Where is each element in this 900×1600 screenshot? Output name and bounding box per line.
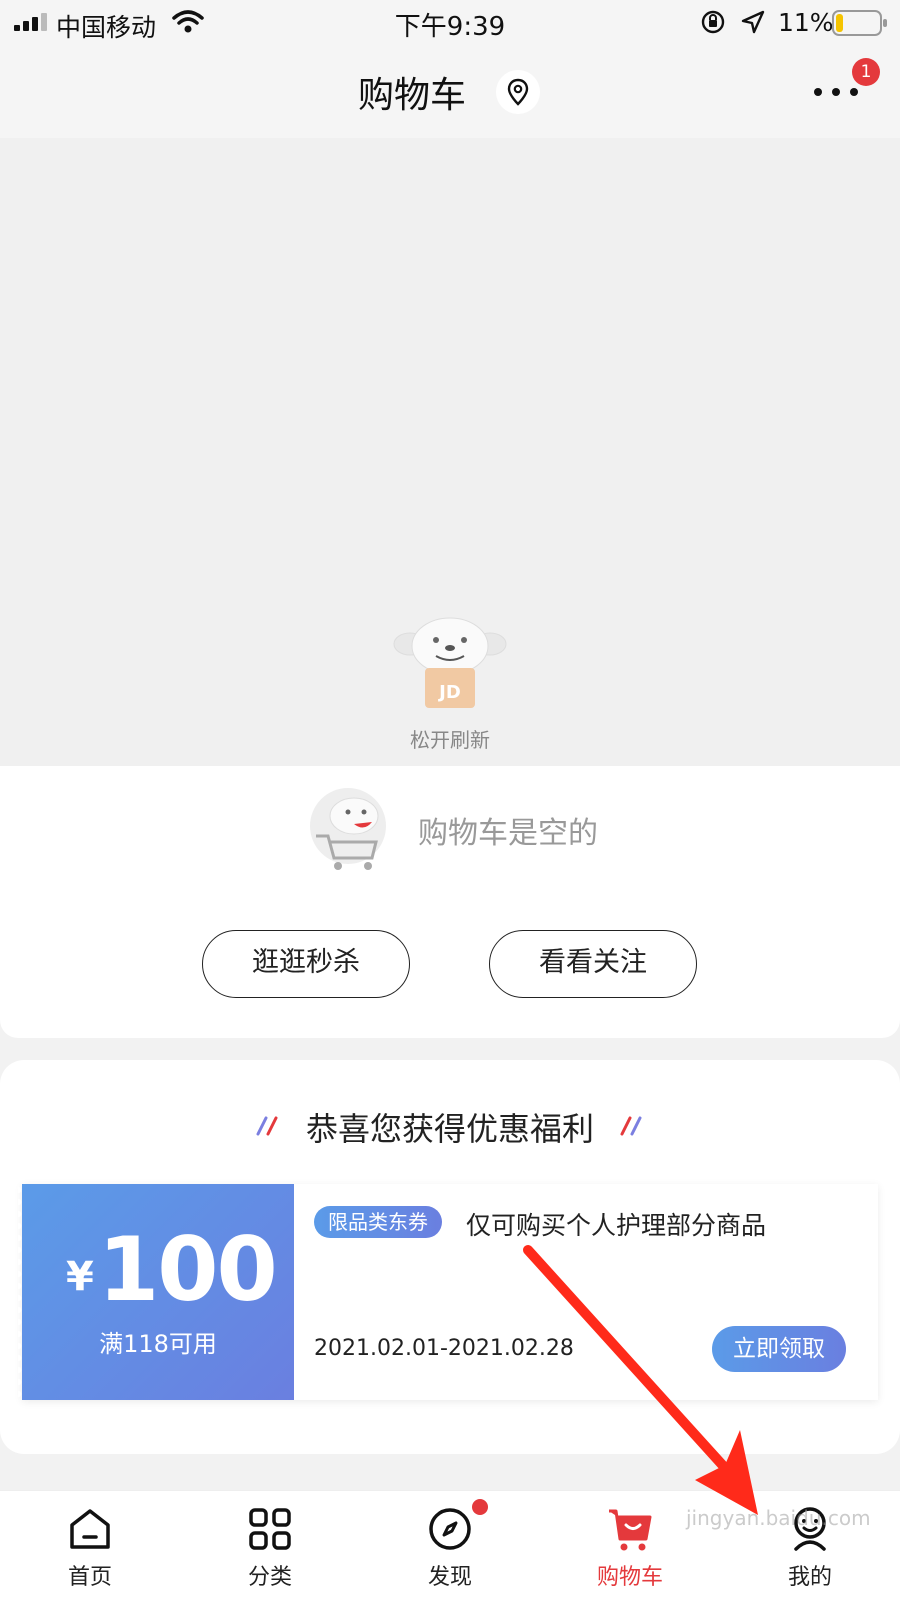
battery-percent: 11% [778,8,834,37]
perforated-edge [18,1184,26,1400]
slash-decoration-icon [620,1116,642,1136]
coupon-value-panel: ¥ 100 满118可用 [18,1184,294,1400]
empty-cart-card: 购物车是空的 逛逛秒杀 看看关注 [0,766,900,1038]
notification-badge: 1 [852,58,880,86]
location-arrow-icon [741,10,765,34]
welfare-title: 恭喜您获得优惠福利 [305,1110,594,1148]
tab-profile-label: 我的 [787,1565,832,1590]
rotation-lock-icon [701,10,725,34]
view-follows-button[interactable]: 看看关注 [489,930,697,998]
tab-discover[interactable]: 发现 [390,1491,510,1600]
discover-dot-badge [472,1499,488,1515]
refresh-hint: 松开刷新 [410,728,490,752]
tab-home[interactable]: 首页 [30,1491,150,1600]
location-pin-icon [507,78,529,106]
red-arrow-annotation [523,1245,758,1515]
tab-category-label: 分类 [247,1565,292,1590]
tab-discover-label: 发现 [427,1565,472,1590]
tab-category[interactable]: 分类 [210,1491,330,1600]
svg-text:JD: JD [437,682,461,703]
category-icon [249,1508,291,1550]
compass-icon [429,1508,471,1550]
location-button[interactable] [496,70,540,114]
nav-bar: 购物车 1 [0,46,900,138]
browse-seckill-button[interactable]: 逛逛秒杀 [202,930,410,998]
tab-home-label: 首页 [67,1565,112,1590]
tab-cart-label: 购物车 [596,1565,663,1590]
empty-cart-illustration [310,788,386,870]
home-icon [70,1509,110,1549]
watermark: jingyan.baidu.com [686,1506,871,1530]
coupon-type-tag: 限品类东券 [314,1206,442,1238]
page-title: 购物车 [358,75,467,116]
empty-cart-message: 购物车是空的 [418,816,598,851]
battery-icon [832,10,887,36]
status-bar: 中国移动 下午9:39 11% [0,0,900,46]
currency-symbol: ¥ [66,1254,94,1300]
coupon-scope: 仅可购买个人护理部分商品 [466,1211,767,1240]
jd-mascot-icon: JD [393,617,507,708]
coupon-condition: 满118可用 [99,1330,217,1358]
pull-refresh-area: JD 松开刷新 [0,138,900,766]
coupon-amount: 100 [98,1218,278,1321]
